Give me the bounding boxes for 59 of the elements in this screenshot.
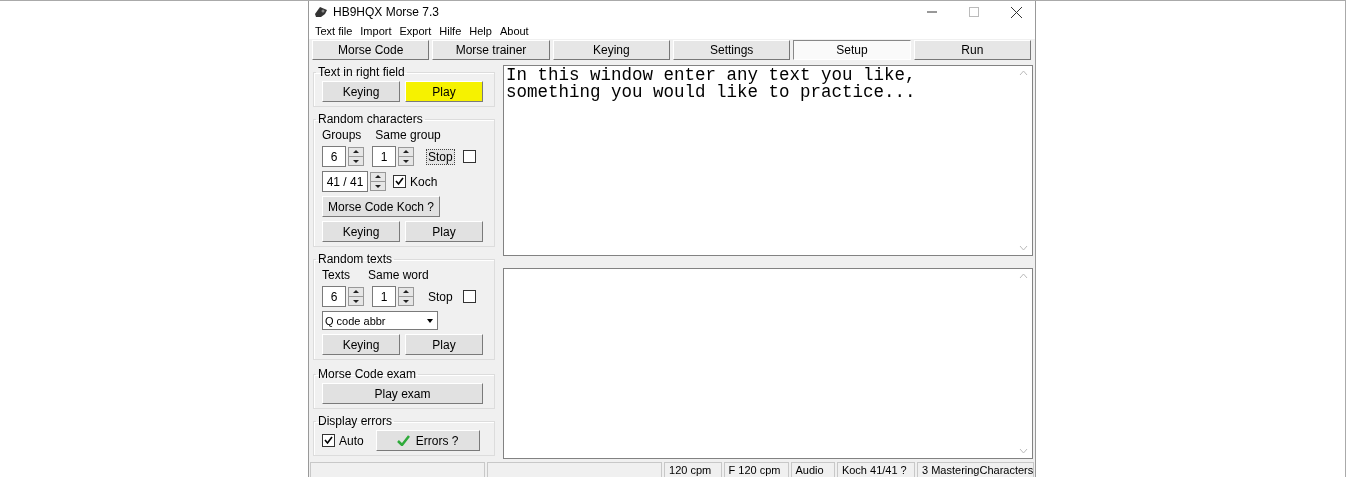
field-label: Texts — [322, 268, 350, 282]
checkbox[interactable] — [393, 175, 406, 188]
tab[interactable]: Morse Code — [312, 40, 430, 60]
group-title: Display errors — [317, 414, 393, 428]
dropdown[interactable]: Q code abbr — [322, 311, 438, 330]
menu-item[interactable]: About — [495, 25, 533, 37]
play-exam-button[interactable]: Play exam — [322, 383, 483, 404]
action-button[interactable]: Keying — [322, 334, 400, 355]
number-field[interactable]: 6 — [322, 286, 346, 307]
field-label: Same group — [375, 128, 441, 142]
status-text: 120 cpm — [664, 462, 722, 477]
checkbox[interactable] — [462, 290, 476, 303]
number-field[interactable]: 6 — [322, 146, 346, 167]
spin-buttons[interactable] — [348, 147, 364, 166]
checkbox-label: Koch — [410, 174, 438, 189]
checkbox[interactable] — [322, 434, 335, 447]
tab[interactable]: Setup — [793, 40, 911, 60]
menu-item[interactable]: Help — [465, 25, 496, 37]
tab[interactable]: Run — [913, 40, 1031, 60]
status-text: Koch 41/41 ? — [836, 462, 915, 477]
stop-label: Stop — [427, 288, 454, 305]
status-text: 3 MasteringCharacters — [917, 462, 1034, 477]
tab[interactable]: Keying — [552, 40, 670, 60]
key-icon — [313, 5, 329, 19]
spin-buttons[interactable] — [398, 147, 414, 166]
checkbox[interactable] — [462, 150, 476, 163]
action-button[interactable]: Play — [405, 81, 483, 102]
menu-item[interactable]: Import — [356, 25, 396, 37]
close-icon — [1010, 6, 1022, 18]
menu-item[interactable]: Export — [395, 25, 436, 37]
menu-item[interactable]: Text file — [311, 25, 357, 37]
tab[interactable]: Morse trainer — [432, 40, 550, 60]
group-title: Random texts — [317, 252, 394, 266]
window-title: HB9HQX Morse 7.3 — [333, 5, 441, 19]
spin-buttons[interactable] — [370, 172, 386, 191]
group-title: Morse Code exam — [317, 367, 418, 381]
action-button[interactable]: Play — [405, 334, 483, 355]
action-button[interactable]: Keying — [322, 81, 400, 102]
koch-button[interactable]: Morse Code Koch ? — [322, 196, 440, 217]
field-label: Same word — [368, 268, 429, 282]
stop-label: Stop — [426, 148, 455, 165]
errors-button[interactable]: Errors ? — [375, 430, 480, 451]
number-field[interactable]: 41 / 41 — [322, 171, 368, 192]
action-button[interactable]: Keying — [322, 221, 400, 242]
checkmark-icon — [396, 435, 410, 446]
spin-buttons[interactable] — [398, 287, 414, 306]
action-button[interactable]: Play — [405, 221, 483, 242]
checkbox-label: Auto — [339, 433, 364, 448]
maximize-icon — [969, 7, 979, 17]
status-text: Audio — [790, 462, 835, 477]
group-title: Text in right field — [317, 65, 406, 79]
field-label: Groups — [322, 128, 362, 142]
menu-item[interactable]: Hilfe — [435, 25, 466, 37]
group-title: Random characters — [317, 112, 424, 126]
tab[interactable]: Settings — [673, 40, 791, 60]
status-text: F 120 cpm — [723, 462, 789, 477]
spin-buttons[interactable] — [348, 287, 364, 306]
number-field[interactable]: 1 — [372, 286, 396, 307]
number-field[interactable]: 1 — [372, 146, 396, 167]
